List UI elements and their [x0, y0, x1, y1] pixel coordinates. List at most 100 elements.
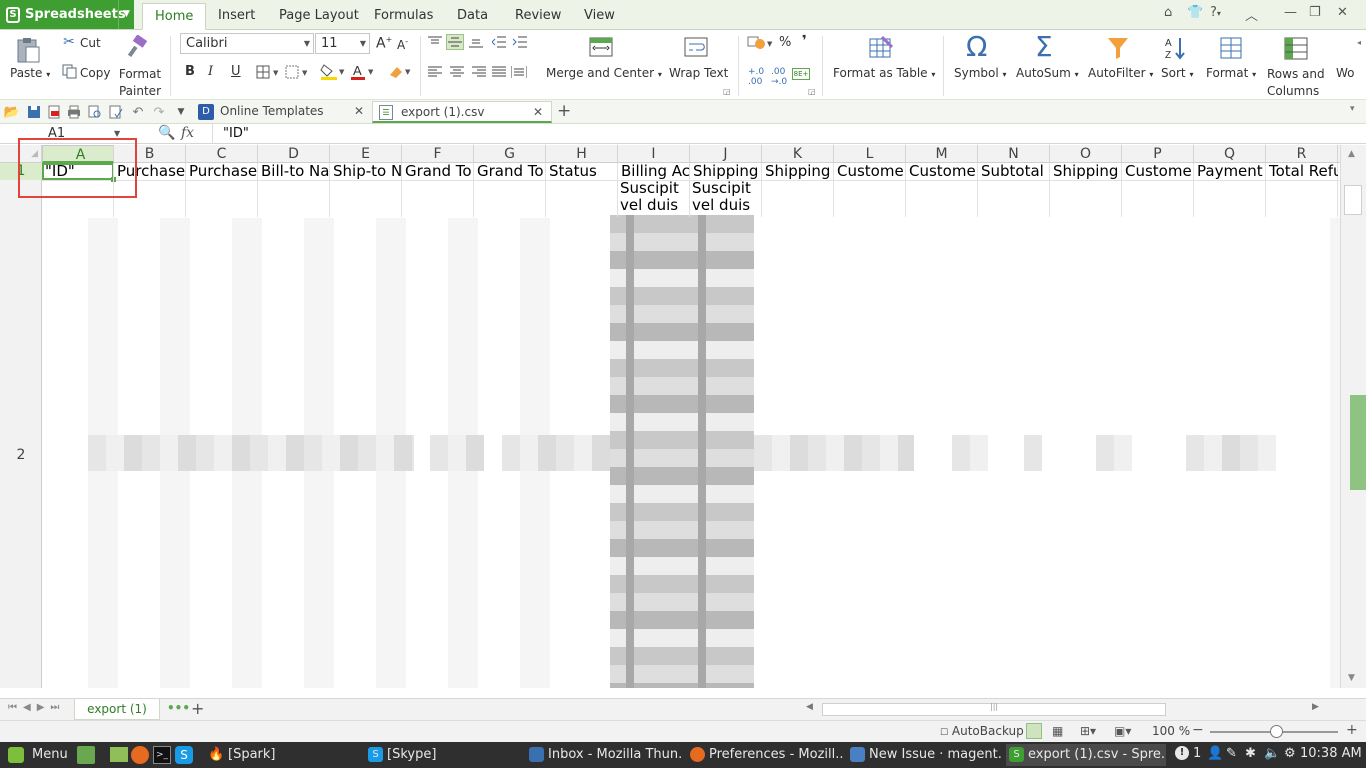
omega-icon[interactable]: Ω — [966, 30, 987, 63]
cell-l1[interactable]: Custome — [834, 163, 906, 180]
increase-font-icon[interactable]: A+ — [376, 35, 392, 52]
distributed-icon[interactable] — [511, 65, 527, 79]
print-preview-icon[interactable] — [87, 104, 103, 120]
copy-button[interactable]: Copy — [80, 66, 110, 80]
cell-q1[interactable]: Payment — [1194, 163, 1266, 180]
normal-view-icon[interactable] — [1026, 723, 1042, 739]
column-header-p[interactable]: P — [1122, 145, 1194, 163]
formula-input[interactable]: "ID" — [212, 124, 1362, 144]
clear-format-icon[interactable]: ▼ — [387, 63, 413, 81]
row-header-2[interactable]: 2 — [0, 445, 42, 465]
autofilter-button[interactable]: AutoFilter ▾ — [1088, 66, 1153, 80]
notification-icon[interactable]: ! — [1175, 746, 1189, 760]
align-top-icon[interactable] — [428, 36, 442, 48]
column-header-r[interactable]: R — [1266, 145, 1338, 163]
cell-grid[interactable]: Suscipit vel duis Suscipit vel duis "ID"… — [42, 163, 1340, 688]
scroll-right-icon[interactable]: ▶ — [1312, 702, 1319, 712]
number-format-icon[interactable]: 8E+ — [792, 68, 810, 80]
sort-button[interactable]: Sort ▾ — [1161, 66, 1193, 80]
network-icon[interactable]: ⚙ — [1284, 746, 1296, 761]
new-tab-icon[interactable]: + — [557, 101, 571, 123]
merge-center-button[interactable]: Merge and Center ▾ — [546, 66, 662, 80]
fill-color-icon[interactable]: ▼ — [320, 63, 346, 81]
restore-icon[interactable]: ❐ — [1309, 5, 1321, 20]
increase-indent-icon[interactable] — [513, 36, 527, 48]
pen-icon[interactable]: ✎ — [1226, 746, 1237, 761]
cell-o1[interactable]: Shipping — [1050, 163, 1122, 180]
cell-r1[interactable]: Total Refu — [1266, 163, 1338, 180]
merge-center-icon[interactable] — [589, 36, 613, 58]
scroll-left-icon[interactable]: ◀ — [806, 702, 813, 712]
terminal-icon[interactable]: >_ — [153, 746, 171, 764]
align-bottom-icon[interactable] — [469, 36, 483, 48]
worksheet-button[interactable]: Wo — [1336, 66, 1355, 80]
scissors-icon[interactable]: ✂ — [61, 34, 77, 50]
start-menu-button[interactable]: Menu — [4, 744, 70, 766]
insert-function-button[interactable]: fx — [181, 125, 194, 141]
doc-tab-online-templates[interactable]: D Online Templates ✕ — [194, 101, 370, 123]
more-sheets-icon[interactable]: ••• — [167, 701, 190, 715]
task-spark[interactable]: 🔥 [Spark] — [204, 744, 360, 766]
alignment-launcher-icon[interactable]: ◲ — [723, 87, 731, 96]
close-tab-icon[interactable]: ✕ — [354, 101, 364, 122]
cell-style-icon[interactable]: ▼ — [285, 65, 311, 79]
column-header-m[interactable]: M — [906, 145, 978, 163]
increase-decimal-icon[interactable]: +.0.00 — [748, 67, 764, 87]
align-middle-icon[interactable] — [446, 34, 464, 50]
task-spreadsheets[interactable]: Sexport (1).csv - Spre... — [1006, 744, 1166, 766]
copy-icon[interactable] — [61, 63, 77, 79]
autosum-button[interactable]: AutoSum ▾ — [1016, 66, 1079, 80]
zoom-formula-icon[interactable]: 🔍 — [158, 125, 175, 141]
files-icon[interactable] — [110, 747, 128, 762]
align-left-icon[interactable] — [428, 66, 442, 78]
minimize-icon[interactable]: — — [1284, 5, 1297, 20]
filter-funnel-icon[interactable] — [1106, 35, 1130, 61]
task-firefox-preferences[interactable]: Preferences - Mozill... — [687, 744, 843, 766]
column-header-e[interactable]: E — [330, 145, 402, 163]
number-launcher-icon[interactable]: ◲ — [808, 87, 816, 96]
undo-icon[interactable]: ↶ — [130, 104, 146, 120]
cell-c1[interactable]: Purchase — [186, 163, 258, 180]
save-icon[interactable] — [26, 104, 42, 120]
percent-button[interactable]: % — [779, 35, 791, 50]
redo-icon[interactable]: ↷ — [151, 104, 167, 120]
vertical-scrollbar[interactable]: ▲ ▼ — [1340, 145, 1366, 688]
column-header-k[interactable]: K — [762, 145, 834, 163]
decrease-decimal-icon[interactable]: .00 →.0 — [771, 67, 787, 87]
reading-layout-icon[interactable]: ⊞▾ — [1080, 724, 1096, 738]
format-as-table-icon[interactable] — [868, 35, 894, 61]
tab-view[interactable]: View — [584, 3, 615, 30]
borders-icon[interactable]: ▼ — [256, 65, 282, 79]
eye-protection-icon[interactable]: ▣▾ — [1114, 724, 1131, 738]
task-new-issue[interactable]: New Issue · magent... — [847, 744, 1003, 766]
skype-launcher-icon[interactable]: S — [175, 746, 193, 764]
symbol-button[interactable]: Symbol ▾ — [954, 66, 1007, 80]
ribbon-scroll-left-icon[interactable]: ◂ — [1357, 38, 1361, 47]
tab-formulas[interactable]: Formulas — [374, 3, 433, 30]
page-break-view-icon[interactable]: ▦ — [1052, 724, 1063, 738]
italic-button[interactable]: I — [208, 64, 213, 79]
format-button[interactable]: Format ▾ — [1206, 66, 1256, 80]
justify-icon[interactable] — [492, 66, 506, 78]
doc-tab-export-csv[interactable]: ☰ export (1).csv ✕ — [372, 101, 552, 123]
close-icon[interactable]: ✕ — [1337, 5, 1348, 20]
align-right-icon[interactable] — [472, 66, 486, 78]
column-header-g[interactable]: G — [474, 145, 546, 163]
sheet-tab-export[interactable]: export (1) — [74, 699, 160, 720]
rows-columns-icon[interactable] — [1283, 35, 1309, 61]
column-header-n[interactable]: N — [978, 145, 1050, 163]
font-name-select[interactable]: Calibri ▼ — [180, 33, 314, 54]
tab-review[interactable]: Review — [515, 3, 561, 30]
column-header-c[interactable]: C — [186, 145, 258, 163]
cell-g1[interactable]: Grand To — [474, 163, 546, 180]
cell-m1[interactable]: Custome — [906, 163, 978, 180]
show-desktop-icon[interactable] — [77, 746, 95, 764]
format-as-table-button[interactable]: Format as Table ▾ — [833, 66, 935, 80]
scroll-down-icon[interactable]: ▼ — [1348, 673, 1355, 683]
cut-button[interactable]: Cut — [80, 36, 101, 50]
cell-e1[interactable]: Ship-to N — [330, 163, 402, 180]
autobackup-toggle[interactable]: ☐ AutoBackup — [940, 724, 1024, 738]
firefox-icon[interactable] — [131, 746, 149, 764]
currency-icon[interactable]: ▼ — [747, 35, 775, 51]
column-header-l[interactable]: L — [834, 145, 906, 163]
